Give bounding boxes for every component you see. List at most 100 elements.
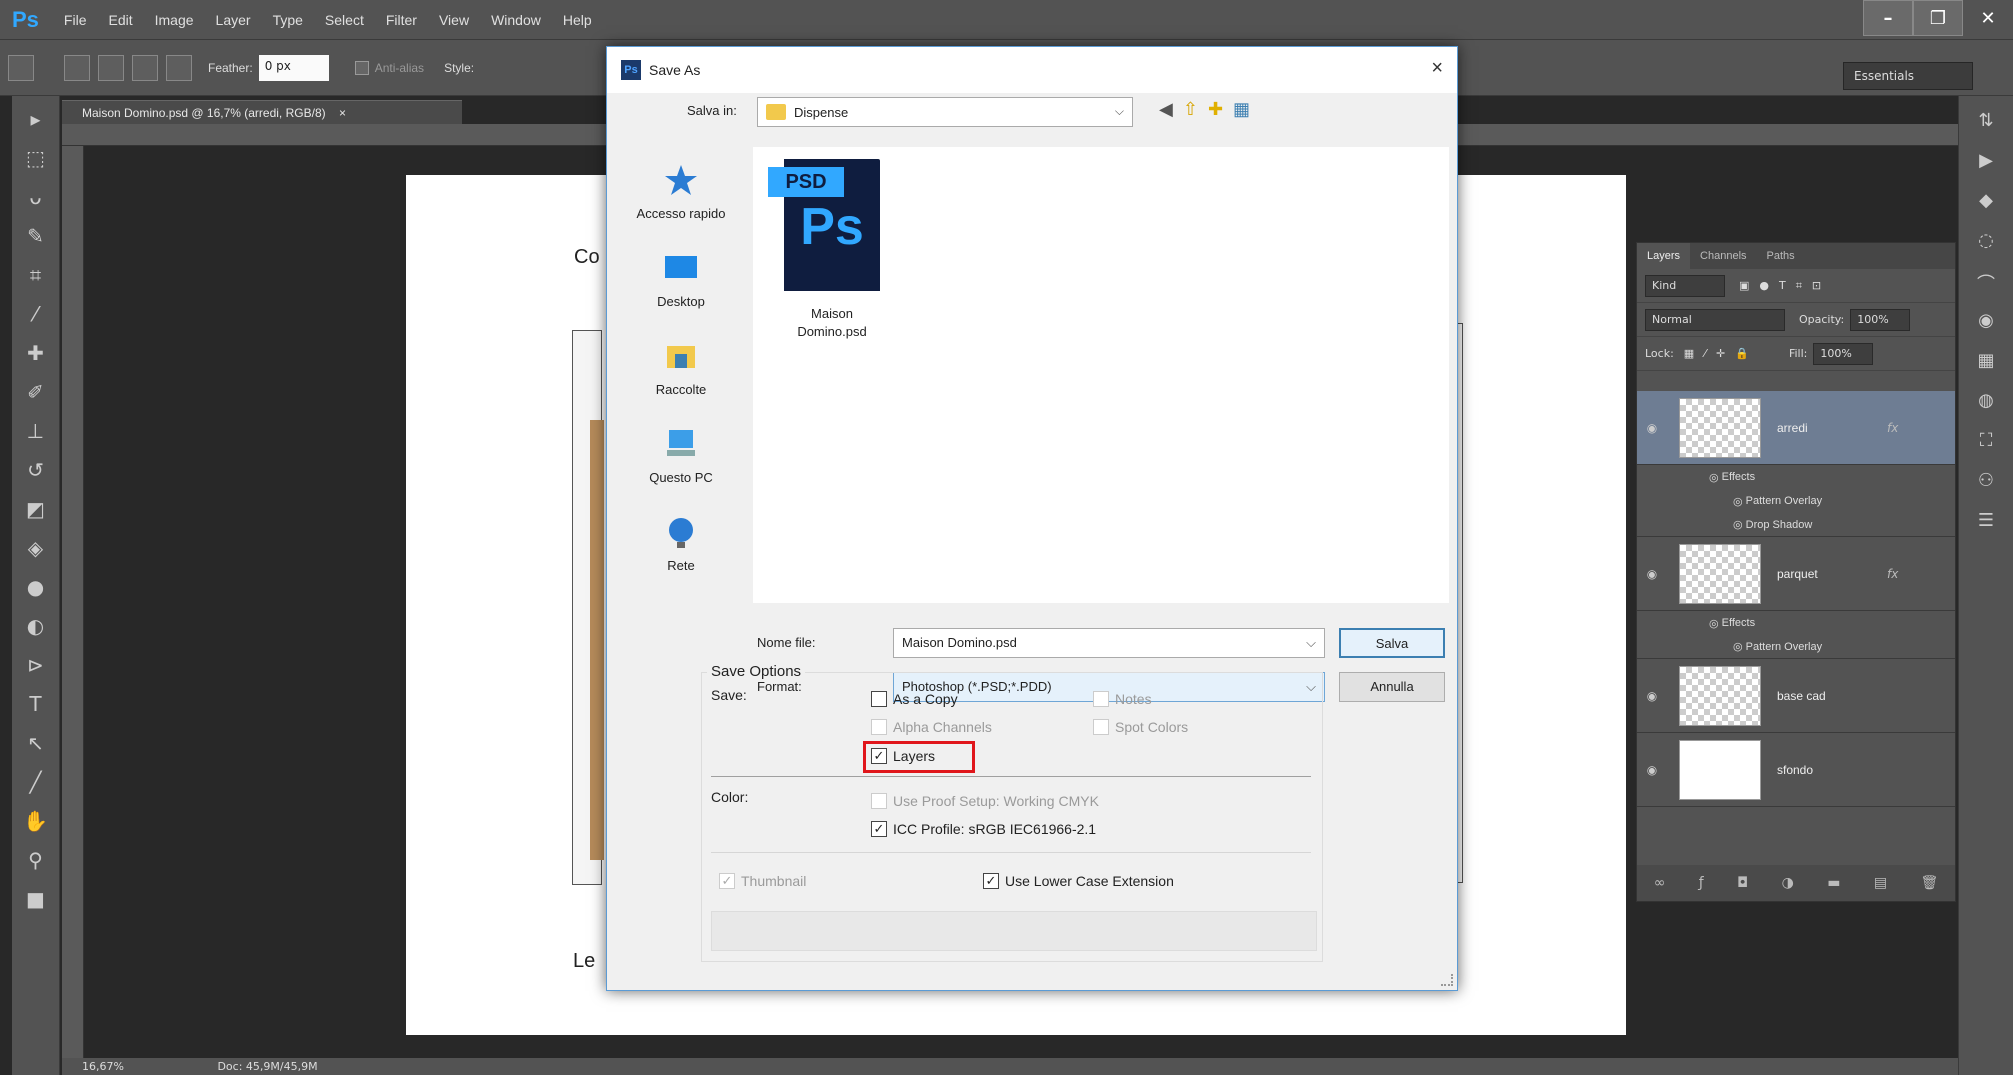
fx-icon[interactable]: fx	[1887, 567, 1898, 581]
effects-row[interactable]: ◎ Effects	[1637, 611, 1955, 635]
blur-tool-icon[interactable]: ●	[20, 571, 52, 603]
link-layers-icon[interactable]: ∞	[1654, 875, 1666, 891]
add-mask-icon[interactable]: ◘	[1737, 875, 1748, 891]
visibility-eye-icon[interactable]: ◎	[1709, 471, 1722, 484]
dialog-close-icon[interactable]: ×	[1431, 57, 1443, 80]
spot-colors-checkbox[interactable]: Spot Colors	[1093, 719, 1188, 735]
layer-filter-select[interactable]: Kind	[1645, 274, 1725, 297]
layers-icon[interactable]: ◆	[1972, 190, 2000, 216]
back-icon[interactable]: ◀	[1159, 99, 1173, 120]
opacity-input[interactable]: 100%	[1850, 308, 1911, 331]
tab-paths[interactable]: Paths	[1757, 250, 1805, 262]
menu-view[interactable]: View	[428, 12, 480, 28]
crop-tool-icon[interactable]: ⌗	[20, 259, 52, 291]
paths-icon[interactable]: ⌒	[1972, 270, 2000, 296]
close-button[interactable]: ✕	[1963, 0, 2013, 36]
path-select-icon[interactable]: ↖	[20, 727, 52, 759]
zoom-tool-icon[interactable]: ⚲	[20, 844, 52, 876]
marquee-tool-icon[interactable]: ⬚	[20, 142, 52, 174]
use-proof-setup-checkbox[interactable]: Use Proof Setup: Working CMYK	[871, 793, 1099, 809]
eraser-tool-icon[interactable]: ◩	[20, 493, 52, 525]
place-desktop[interactable]: Desktop	[617, 235, 745, 323]
tab-layers[interactable]: Layers	[1637, 243, 1691, 269]
stamp-tool-icon[interactable]: ⊥	[20, 415, 52, 447]
delete-layer-icon[interactable]: 🗑	[1921, 875, 1939, 891]
tab-channels[interactable]: Channels	[1690, 250, 1756, 262]
shape-tool-icon[interactable]: ╱	[20, 766, 52, 798]
visibility-eye-icon[interactable]: ◎	[1709, 617, 1722, 630]
workspace-select[interactable]: Essentials	[1843, 62, 1973, 90]
menu-window[interactable]: Window	[480, 12, 552, 28]
visibility-eye-icon[interactable]: ◉	[1637, 421, 1667, 435]
minimize-button[interactable]: –	[1863, 0, 1913, 36]
menu-layer[interactable]: Layer	[205, 12, 262, 28]
layer-parquet[interactable]: ◉ parquet fx	[1637, 537, 1955, 611]
history-brush-icon[interactable]: ↺	[20, 454, 52, 486]
fill-input[interactable]: 100%	[1813, 342, 1874, 365]
effect-row[interactable]: ◎ Drop Shadow	[1637, 513, 1955, 537]
feather-input[interactable]: 0 px	[258, 54, 329, 81]
icc-profile-checkbox[interactable]: ✓ ICC Profile: sRGB IEC61966-2.1	[871, 821, 1096, 837]
notes-checkbox[interactable]: Notes	[1093, 691, 1152, 707]
swatches-icon[interactable]: ▦	[1972, 350, 2000, 376]
view-menu-icon[interactable]: ▦	[1233, 99, 1250, 120]
place-libraries[interactable]: Raccolte	[617, 323, 745, 411]
new-group-icon[interactable]: ▬	[1827, 875, 1840, 891]
place-network[interactable]: Rete	[617, 499, 745, 587]
menu-image[interactable]: Image	[144, 12, 205, 28]
marquee-preset-icon[interactable]	[8, 54, 34, 81]
document-tab[interactable]: Maison Domino.psd @ 16,7% (arredi, RGB/8…	[62, 100, 462, 124]
brush-tool-icon[interactable]: ✐	[20, 376, 52, 408]
visibility-eye-icon[interactable]: ◉	[1637, 689, 1667, 703]
menu-type[interactable]: Type	[262, 12, 314, 28]
fx-icon[interactable]: fx	[1887, 421, 1898, 435]
new-folder-icon[interactable]: ✚	[1208, 99, 1223, 120]
menu-help[interactable]: Help	[552, 12, 603, 28]
visibility-eye-icon[interactable]: ◎	[1733, 495, 1746, 508]
new-layer-icon[interactable]: ▤	[1874, 875, 1887, 891]
type-tool-icon[interactable]: T	[20, 688, 52, 720]
dodge-tool-icon[interactable]: ◐	[20, 610, 52, 642]
save-in-select[interactable]: Dispense ⌵	[757, 97, 1133, 127]
actions-play-icon[interactable]: ▶	[1972, 150, 2000, 176]
effect-row[interactable]: ◎ Pattern Overlay	[1637, 635, 1955, 659]
zoom-level[interactable]: 16,67%	[82, 1060, 124, 1073]
blend-mode-select[interactable]: Normal	[1645, 308, 1785, 331]
thumbnail-checkbox[interactable]: ✓ Thumbnail	[719, 873, 806, 889]
effects-row[interactable]: ◎ Effects	[1637, 465, 1955, 489]
move-tool-icon[interactable]: ▸	[20, 103, 52, 135]
visibility-eye-icon[interactable]: ◉	[1637, 567, 1667, 581]
add-selection-icon[interactable]	[98, 54, 124, 81]
layer-base-cad[interactable]: ◉ base cad	[1637, 659, 1955, 733]
adjustments-icon[interactable]: ◌	[1972, 230, 2000, 256]
add-style-icon[interactable]: ƒ	[1699, 875, 1704, 891]
place-this-pc[interactable]: Questo PC	[617, 411, 745, 499]
menu-edit[interactable]: Edit	[97, 12, 143, 28]
history-icon[interactable]: ⇅	[1972, 110, 2000, 136]
lower-case-extension-checkbox[interactable]: ✓ Use Lower Case Extension	[983, 873, 1174, 889]
menu-select[interactable]: Select	[314, 12, 375, 28]
resize-grip-icon[interactable]	[1441, 974, 1453, 986]
layer-arredi[interactable]: ◉ arredi fx	[1637, 391, 1955, 465]
lock-icons[interactable]: ▦⁄✛🔒	[1684, 347, 1759, 360]
subtract-selection-icon[interactable]	[132, 54, 158, 81]
clone-source-icon[interactable]: ⚇	[1972, 470, 2000, 496]
lasso-tool-icon[interactable]: ᴗ	[20, 181, 52, 213]
eyedropper-tool-icon[interactable]: ⁄	[20, 298, 52, 330]
new-selection-icon[interactable]	[64, 54, 90, 81]
alpha-channels-checkbox[interactable]: Alpha Channels	[871, 719, 992, 735]
pen-tool-icon[interactable]: ⊳	[20, 649, 52, 681]
intersect-selection-icon[interactable]	[166, 54, 192, 81]
cancel-button[interactable]: Annulla	[1339, 672, 1445, 702]
adjustment-layer-icon[interactable]: ◑	[1782, 875, 1794, 891]
styles-icon[interactable]: ◍	[1972, 390, 2000, 416]
document-tab-close-icon[interactable]: ×	[339, 106, 346, 120]
effect-row[interactable]: ◎ Pattern Overlay	[1637, 489, 1955, 513]
color-swatches-icon[interactable]: ■	[20, 883, 52, 915]
visibility-eye-icon[interactable]: ◎	[1733, 518, 1746, 531]
filter-icons[interactable]: ▣●T⌗⊡	[1739, 279, 1831, 293]
antialias-checkbox[interactable]	[354, 60, 369, 75]
file-list[interactable]: PSD Ps Maison Domino.psd	[753, 147, 1449, 603]
menu-file[interactable]: File	[53, 12, 98, 28]
save-button[interactable]: Salva	[1339, 628, 1445, 658]
